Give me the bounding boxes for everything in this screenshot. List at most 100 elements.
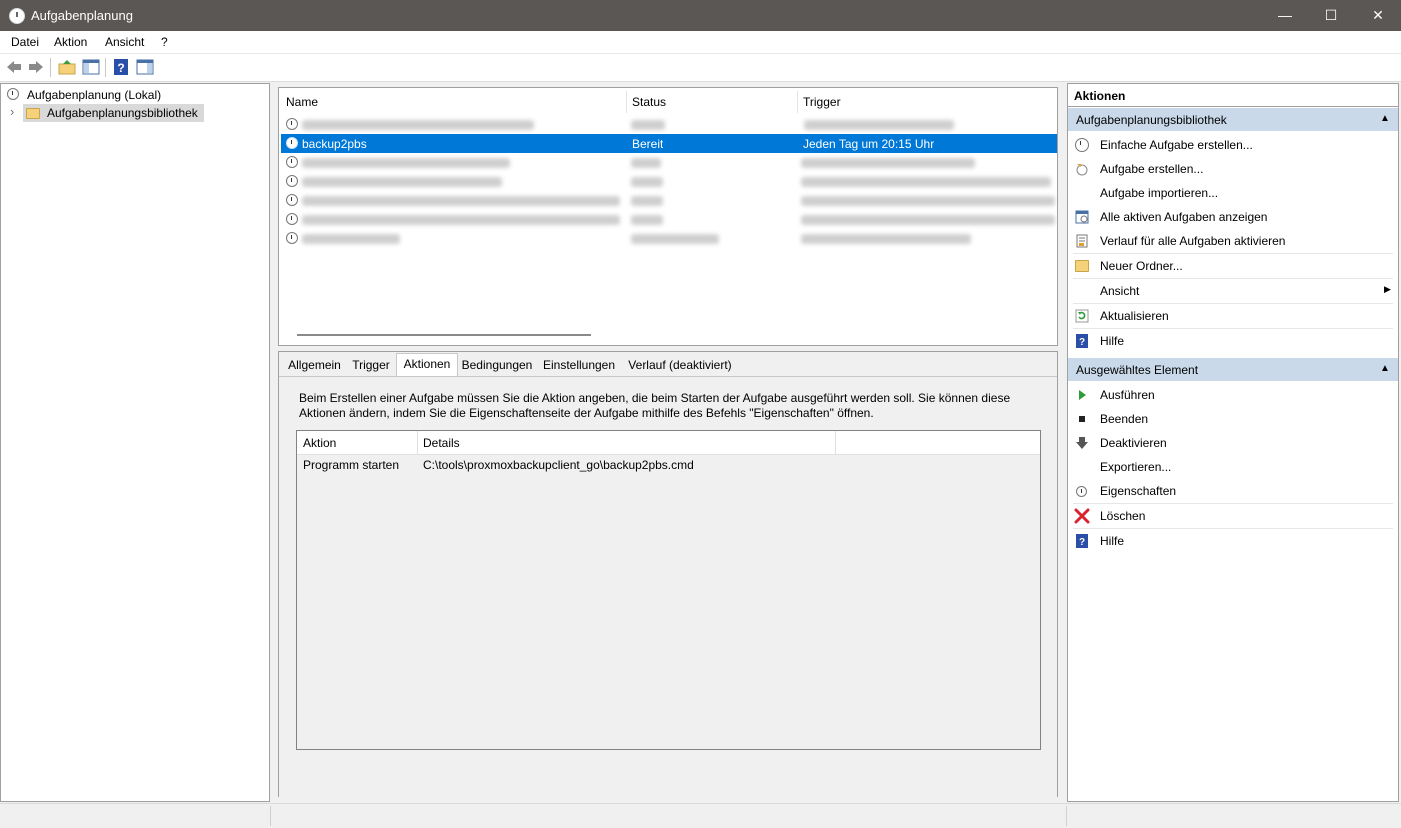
- clock-icon: [286, 232, 298, 244]
- action-verlauf-aktivieren[interactable]: Verlauf für alle Aufgaben aktivieren: [1100, 234, 1285, 248]
- column-header-name[interactable]: Name: [286, 95, 318, 109]
- divider: [1068, 106, 1398, 107]
- folder-up-icon[interactable]: [58, 58, 76, 76]
- blurred-cell: [302, 215, 620, 225]
- blurred-cell: [801, 234, 971, 244]
- svg-text:?: ?: [1079, 337, 1085, 348]
- collapse-icon[interactable]: ▲: [1380, 363, 1390, 374]
- horizontal-scrollbar[interactable]: [297, 334, 591, 336]
- action-loeschen[interactable]: Löschen: [1100, 509, 1145, 523]
- blurred-cell: [801, 158, 975, 168]
- clock-icon: [286, 194, 298, 206]
- action-deaktivieren[interactable]: Deaktivieren: [1100, 436, 1167, 450]
- column-header-details[interactable]: Details: [423, 436, 460, 450]
- help-icon: ?: [1076, 534, 1088, 548]
- help-icon[interactable]: ?: [112, 58, 130, 76]
- column-header-aktion[interactable]: Aktion: [303, 436, 336, 450]
- submenu-arrow-icon: ▶: [1384, 284, 1391, 294]
- active-tasks-icon: [1075, 210, 1089, 224]
- tab-trigger[interactable]: Trigger: [349, 355, 393, 375]
- show-hide-tree-icon[interactable]: [82, 58, 100, 76]
- table-row[interactable]: Programm starten C:\tools\proxmoxbackupc…: [297, 455, 1040, 475]
- action-alle-aktiven[interactable]: Alle aktiven Aufgaben anzeigen: [1100, 210, 1267, 224]
- action-aufgabe-erstellen[interactable]: Aufgabe erstellen...: [1100, 162, 1203, 176]
- action-hilfe-2[interactable]: Hilfe: [1100, 534, 1124, 548]
- tab-einstellungen[interactable]: Einstellungen: [541, 355, 617, 375]
- clock-icon: [286, 156, 298, 168]
- action-type: Programm starten: [303, 458, 400, 472]
- forward-arrow-icon[interactable]: [27, 58, 45, 76]
- expand-chevron-icon[interactable]: ›: [10, 104, 14, 119]
- blurred-cell: [804, 120, 954, 130]
- action-neuer-ordner[interactable]: Neuer Ordner...: [1100, 259, 1183, 273]
- task-list: Name Status Trigger backup2pbs Bereit Je…: [278, 87, 1058, 346]
- minimize-button[interactable]: —: [1262, 0, 1308, 31]
- action-aufgabe-importieren[interactable]: Aufgabe importieren...: [1100, 186, 1218, 200]
- action-aktualisieren[interactable]: Aktualisieren: [1100, 309, 1169, 323]
- blurred-cell: [801, 215, 1055, 225]
- tab-strip: Allgemein Trigger Aktionen Bedingungen E…: [279, 352, 1057, 377]
- task-row[interactable]: [281, 210, 1057, 229]
- blurred-cell: [631, 158, 661, 168]
- clock-icon: [286, 137, 298, 149]
- task-row[interactable]: [281, 191, 1057, 210]
- column-divider: [417, 431, 418, 454]
- task-row[interactable]: [281, 153, 1057, 172]
- actions-pane-header: Aktionen: [1074, 89, 1126, 103]
- tree-child-item[interactable]: Aufgabenplanungsbibliothek: [23, 104, 204, 122]
- action-exportieren[interactable]: Exportieren...: [1100, 460, 1171, 474]
- tab-verlauf[interactable]: Verlauf (deaktiviert): [624, 355, 736, 375]
- task-row[interactable]: [281, 229, 1057, 248]
- menu-datei[interactable]: Datei: [11, 35, 39, 49]
- svg-text:?: ?: [117, 61, 124, 75]
- tab-allgemein[interactable]: Allgemein: [284, 355, 345, 375]
- tab-bedingungen[interactable]: Bedingungen: [459, 355, 535, 375]
- column-header-status[interactable]: Status: [632, 95, 666, 109]
- clock-icon: [7, 88, 19, 100]
- blurred-cell: [631, 234, 719, 244]
- clock-icon: [286, 175, 298, 187]
- separator: [1073, 303, 1393, 304]
- task-row[interactable]: [281, 115, 1057, 134]
- close-button[interactable]: ✕: [1355, 0, 1401, 31]
- blurred-cell: [631, 120, 665, 130]
- tree-child-label: Aufgabenplanungsbibliothek: [47, 106, 198, 120]
- disable-arrow-icon: [1076, 437, 1088, 449]
- show-action-pane-icon[interactable]: [136, 58, 154, 76]
- tree-root-item[interactable]: Aufgabenplanung (Lokal): [27, 88, 161, 102]
- action-ansicht[interactable]: Ansicht: [1100, 284, 1139, 298]
- column-header-trigger[interactable]: Trigger: [803, 95, 841, 109]
- blurred-cell: [302, 177, 502, 187]
- action-beenden[interactable]: Beenden: [1100, 412, 1148, 426]
- action-details: C:\tools\proxmoxbackupclient_go\backup2p…: [423, 458, 694, 472]
- menu-help[interactable]: ?: [161, 35, 168, 49]
- section-header-library[interactable]: Aufgabenplanungsbibliothek ▲: [1068, 108, 1398, 131]
- clock-icon: [286, 118, 298, 130]
- clock-icon: [286, 213, 298, 225]
- back-arrow-icon[interactable]: [5, 58, 23, 76]
- blurred-cell: [631, 177, 663, 187]
- actions-pane: Aktionen Aufgabenplanungsbibliothek ▲ Ei…: [1067, 83, 1399, 802]
- task-status: Bereit: [632, 137, 664, 151]
- tab-aktionen[interactable]: Aktionen: [396, 353, 458, 377]
- separator: [1073, 503, 1393, 504]
- action-einfache-aufgabe[interactable]: Einfache Aufgabe erstellen...: [1100, 138, 1253, 152]
- action-hilfe-1[interactable]: Hilfe: [1100, 334, 1124, 348]
- simple-task-icon: [1075, 138, 1089, 152]
- toolbar-separator: [50, 58, 51, 77]
- maximize-button[interactable]: ☐: [1308, 0, 1354, 31]
- task-name: backup2pbs: [302, 137, 367, 151]
- task-row[interactable]: [281, 172, 1057, 191]
- actions-table: Aktion Details Programm starten C:\tools…: [296, 430, 1041, 750]
- menu-ansicht[interactable]: Ansicht: [105, 35, 144, 49]
- blurred-cell: [302, 196, 620, 206]
- collapse-icon[interactable]: ▲: [1380, 113, 1390, 124]
- run-icon: [1079, 390, 1086, 400]
- action-eigenschaften[interactable]: Eigenschaften: [1100, 484, 1176, 498]
- menu-aktion[interactable]: Aktion: [54, 35, 87, 49]
- task-row-selected[interactable]: backup2pbs Bereit Jeden Tag um 20:15 Uhr: [281, 134, 1057, 153]
- task-trigger: Jeden Tag um 20:15 Uhr: [803, 137, 935, 151]
- section-header-selected[interactable]: Ausgewähltes Element ▲: [1068, 358, 1398, 381]
- action-ausfuehren[interactable]: Ausführen: [1100, 388, 1155, 402]
- clock-icon: [9, 8, 25, 24]
